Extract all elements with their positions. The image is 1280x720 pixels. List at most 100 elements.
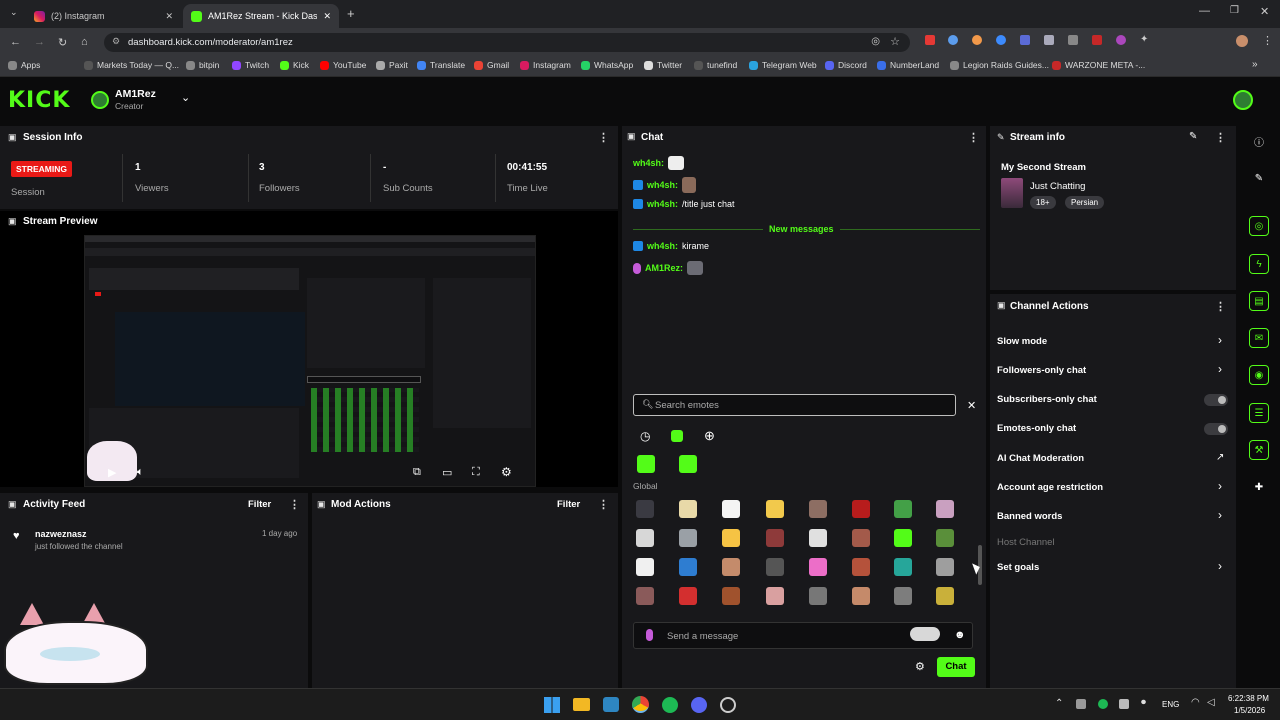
address-bar[interactable]: ⚙ dashboard.kick.com/moderator/am1rez ◎ …: [104, 33, 910, 52]
target-icon[interactable]: ◎: [1249, 216, 1269, 236]
emote-item[interactable]: [679, 558, 697, 576]
settings-taskbar-icon[interactable]: [720, 697, 736, 713]
action-account-age-restriction[interactable]: Account age restriction: [997, 482, 1103, 493]
emote-item[interactable]: [936, 529, 954, 547]
bookmark-item[interactable]: Telegram Web: [749, 60, 817, 70]
emoji-picker-icon[interactable]: ☻: [954, 629, 966, 641]
emote-item[interactable]: [766, 500, 784, 518]
extensions-puzzle-icon[interactable]: ✦: [1140, 34, 1148, 45]
chevron-right-icon[interactable]: ›: [1218, 333, 1222, 347]
emote-preview-icon[interactable]: [910, 627, 940, 641]
emote-item[interactable]: [636, 529, 654, 547]
bookmark-item[interactable]: bitpin: [186, 60, 219, 70]
send-chat-button[interactable]: Chat: [937, 657, 975, 677]
close-emotes-icon[interactable]: ✕: [967, 399, 976, 412]
emote-item[interactable]: [936, 558, 954, 576]
action-slow-mode[interactable]: Slow mode: [997, 336, 1047, 347]
global-emotes-tab-icon[interactable]: ⊕: [704, 428, 715, 444]
chat-message[interactable]: wh4sh: kirame: [633, 241, 709, 251]
mod-menu-icon[interactable]: ⋮: [598, 498, 609, 511]
emote-item[interactable]: [852, 558, 870, 576]
bookmark-star-icon[interactable]: ☆: [890, 35, 900, 48]
bookmark-item[interactable]: Kick: [280, 60, 309, 70]
extension-icon[interactable]: [925, 35, 935, 45]
chat-username[interactable]: wh4sh:: [647, 241, 678, 251]
chevron-right-icon[interactable]: ›: [1218, 508, 1222, 522]
external-link-icon[interactable]: ↗: [1216, 452, 1224, 463]
volume-icon[interactable]: 🔈︎: [137, 466, 144, 479]
bookmark-item[interactable]: tunefind: [694, 60, 737, 70]
tab-kick-dashboard[interactable]: AM1Rez Stream - Kick Dashbo ✕: [183, 4, 339, 28]
channel-switcher-chevron-icon[interactable]: ⌄: [181, 91, 190, 104]
tray-icon[interactable]: [1076, 699, 1086, 709]
extension-icon[interactable]: [1116, 35, 1126, 45]
emote-item[interactable]: [894, 558, 912, 576]
emote-item[interactable]: [936, 587, 954, 605]
chat-menu-icon[interactable]: ⋮: [968, 131, 979, 144]
emote-item[interactable]: [679, 587, 697, 605]
emote-item[interactable]: [722, 587, 740, 605]
tab-close-icon[interactable]: ✕: [323, 11, 331, 22]
home-icon[interactable]: ⌂: [81, 36, 88, 48]
extension-icon[interactable]: [1020, 35, 1030, 45]
tray-icon[interactable]: [1119, 699, 1129, 709]
bookmark-item[interactable]: Legion Raids Guides...: [950, 60, 1049, 70]
spotify-icon[interactable]: [662, 697, 678, 713]
wrench-icon[interactable]: ⚒: [1249, 440, 1269, 460]
activity-filter-button[interactable]: Filter: [248, 499, 271, 510]
chat-message[interactable]: wh4sh:: [633, 156, 685, 170]
chat-message-input[interactable]: Send a message ☻: [633, 622, 973, 649]
clipboard-icon[interactable]: ▤: [1249, 291, 1269, 311]
emote-item[interactable]: [809, 529, 827, 547]
new-tab-icon[interactable]: +: [347, 6, 355, 21]
chat-settings-gear-icon[interactable]: ⚙: [915, 660, 925, 673]
chat-username[interactable]: AM1Rez:: [645, 263, 683, 273]
language-indicator[interactable]: ENG: [1162, 700, 1179, 709]
volume-tray-icon[interactable]: ◁: [1207, 697, 1215, 708]
chrome-icon[interactable]: [632, 696, 649, 713]
bookmark-apps[interactable]: Apps: [8, 60, 40, 70]
extension-icon[interactable]: [1044, 35, 1054, 45]
microphone-icon[interactable]: [646, 629, 653, 641]
action-set-goals[interactable]: Set goals: [997, 562, 1039, 573]
emote-item[interactable]: [936, 500, 954, 518]
channel-avatar[interactable]: [91, 91, 109, 109]
kick-emotes-tab-icon[interactable]: [671, 430, 683, 442]
emote-item[interactable]: [636, 500, 654, 518]
chat-message[interactable]: AM1Rez:: [633, 261, 704, 275]
wifi-icon[interactable]: ◠: [1191, 697, 1200, 708]
back-icon[interactable]: ←: [10, 36, 21, 48]
category-name[interactable]: Just Chatting: [1030, 181, 1085, 192]
channel-actions-menu-icon[interactable]: ⋮: [1215, 300, 1226, 313]
extension-icon[interactable]: [948, 35, 958, 45]
tray-icon[interactable]: [1098, 699, 1108, 709]
emote-item[interactable]: [852, 529, 870, 547]
edit-pencil-icon[interactable]: ✎: [1189, 131, 1197, 142]
menu-icon[interactable]: ⋮: [1262, 34, 1273, 47]
bookmark-item[interactable]: WhatsApp: [581, 60, 633, 70]
chat-username[interactable]: wh4sh:: [633, 158, 664, 168]
fullscreen-icon[interactable]: ⛶: [472, 466, 480, 479]
action-ai-chat-moderation[interactable]: AI Chat Moderation: [997, 453, 1084, 464]
chat-message[interactable]: wh4sh: /title just chat: [633, 199, 735, 209]
info-icon[interactable]: ⓘ: [1249, 131, 1269, 151]
user-avatar[interactable]: [1233, 90, 1253, 110]
tab-instagram[interactable]: (2) Instagram ✕: [26, 4, 181, 28]
pip-icon[interactable]: ⧉: [413, 466, 421, 479]
chat-username[interactable]: wh4sh:: [647, 199, 678, 209]
tag-18plus[interactable]: 18+: [1030, 196, 1056, 209]
mod-filter-button[interactable]: Filter: [557, 499, 580, 510]
bookmark-item[interactable]: Markets Today — Q...: [84, 60, 179, 70]
chevron-right-icon[interactable]: ›: [1218, 479, 1222, 493]
emote-item[interactable]: [766, 529, 784, 547]
action-followers-only-chat[interactable]: Followers-only chat: [997, 365, 1086, 376]
emote-item[interactable]: [809, 500, 827, 518]
extension-icon[interactable]: [996, 35, 1006, 45]
bookmark-item[interactable]: Discord: [825, 60, 867, 70]
bookmark-item[interactable]: Gmail: [474, 60, 509, 70]
tag-persian[interactable]: Persian: [1065, 196, 1105, 209]
site-info-icon[interactable]: ⚙: [112, 36, 120, 47]
emote-item[interactable]: [894, 529, 912, 547]
emote-item[interactable]: [636, 587, 654, 605]
chevron-right-icon[interactable]: ›: [1218, 559, 1222, 573]
